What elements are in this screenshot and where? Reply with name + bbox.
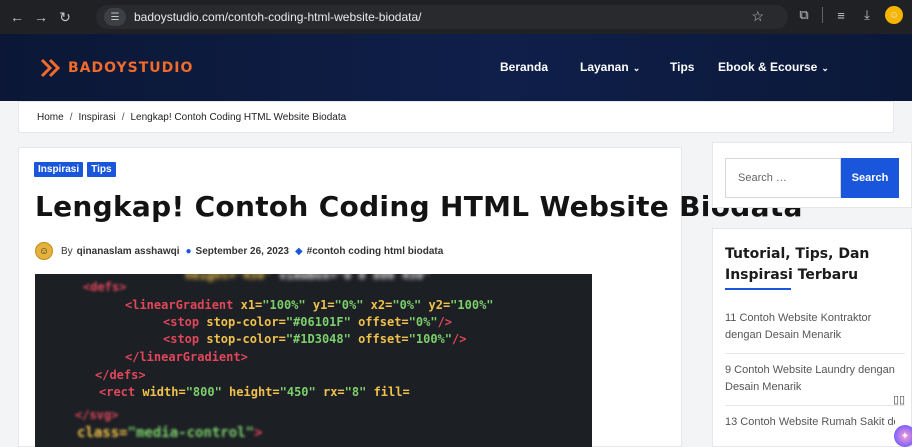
caret-down-icon: ⌄ (632, 63, 641, 73)
menu-label: Beranda (500, 60, 549, 74)
caret-down-icon: ⌄ (821, 63, 829, 73)
recent-post-link[interactable]: 13 Contoh Website Rumah Sakit dengan Des… (725, 414, 895, 431)
code-line: <linearGradient x1="100%" y1="0%" x2="0%… (125, 298, 494, 312)
featured-image: height="450" viewBox="0 0 800 450" <defs… (35, 274, 592, 447)
ai-assistant-icon[interactable]: ✦ (894, 425, 912, 447)
widget-title: Tutorial, Tips, Dan Inspirasi Terbaru (725, 246, 870, 283)
article-card: Inspirasi Tips Lengkap! Contoh Coding HT… (18, 147, 802, 447)
menu-item-ebook[interactable]: Ebook & Ecourse ⌄ (718, 60, 829, 74)
recent-post-link[interactable]: 11 Contoh Website Kontraktor dengan Desa… (725, 310, 910, 344)
author-link[interactable]: qinanaslam asshawqi (77, 246, 180, 257)
breadcrumb-category[interactable]: Inspirasi (78, 112, 115, 123)
tab-search-icon[interactable]: ≡ (833, 8, 849, 23)
breadcrumb-separator: / (121, 111, 125, 123)
book-icon[interactable]: ▯▯ (890, 390, 908, 408)
download-icon[interactable]: ⤓ (859, 7, 875, 23)
breadcrumb-current: Lengkap! Contoh Coding HTML Website Biod… (130, 111, 347, 123)
menu-item-tips[interactable]: Tips (670, 60, 694, 74)
star-icon[interactable]: ☆ (751, 8, 764, 25)
profile-icon[interactable]: ☺ (885, 6, 903, 24)
post-tag-link[interactable]: #contoh coding html biodata (307, 246, 444, 257)
extensions-icon[interactable]: ⧉ (796, 7, 812, 23)
clock-icon: ● (185, 245, 192, 257)
code-line: <defs> (83, 280, 127, 294)
article-meta: ☺ By qinanaslam asshawqi ● September 26,… (35, 242, 443, 260)
avatar[interactable]: ☺ (35, 242, 53, 260)
tag-icon: ◆ (294, 245, 303, 257)
back-icon[interactable]: ← (6, 6, 28, 28)
divider (725, 353, 905, 354)
reload-icon[interactable]: ↻ (54, 6, 76, 28)
browser-actions: ⧉ ≡ ⤓ ☺ ⋮ (796, 6, 912, 24)
site-logo[interactable]: BADOYSTUDIO (40, 58, 193, 78)
page-title: Lengkap! Contoh Coding HTML Website Biod… (35, 190, 803, 223)
code-line: </svg> (75, 408, 119, 422)
code-line: <stop stop-color="#06101F" offset="0%"/> (163, 315, 453, 329)
menu-label: Layanan (580, 60, 629, 74)
recent-post-link[interactable]: 9 Contoh Website Laundry dengan Desain M… (725, 362, 910, 396)
forward-icon[interactable]: → (30, 6, 52, 28)
post-date[interactable]: September 26, 2023 (196, 246, 289, 257)
site-info-icon[interactable]: ☰ (104, 8, 126, 26)
code-line: <stop stop-color="#1D3048" offset="100%"… (163, 332, 467, 346)
browser-toolbar: ← → ↻ ☰ badoystudio.com/contoh-coding-ht… (0, 0, 912, 34)
code-line: class="media-control"> (77, 425, 263, 441)
search-input[interactable] (725, 158, 841, 198)
category-tags: Inspirasi Tips (34, 162, 116, 177)
code-line: height="450" viewBox="0 0 800 450" (185, 274, 431, 282)
site-header: BADOYSTUDIO Beranda Layanan ⌄ Tips Ebook … (0, 34, 912, 101)
code-line: </defs> (95, 368, 146, 382)
menu-item-layanan[interactable]: Layanan ⌄ (580, 60, 640, 74)
breadcrumb-home[interactable]: Home (37, 112, 64, 123)
toolbar-divider (822, 7, 823, 23)
code-line: <rect width="800" height="450" rx="8" fi… (99, 385, 410, 399)
menu-item-beranda[interactable]: Beranda (500, 60, 548, 74)
logo-text: BADOYSTUDIO (68, 60, 194, 76)
menu-label: Tips (670, 60, 695, 74)
browser-nav: ← → ↻ (0, 6, 76, 28)
meta-by: By (61, 245, 73, 257)
tag-inspirasi[interactable]: Inspirasi (34, 162, 84, 177)
code-line: </linearGradient> (125, 350, 248, 364)
menu-label: Ebook & Ecourse (718, 60, 818, 74)
logo-chevron-icon (40, 58, 61, 78)
divider (725, 405, 905, 406)
search-button[interactable]: Search (841, 158, 899, 198)
breadcrumb-separator: / (69, 111, 73, 123)
recent-posts-widget: Tutorial, Tips, Dan Inspirasi Terbaru 11… (712, 228, 912, 447)
breadcrumb: Home / Inspirasi / Lengkap! Contoh Codin… (18, 101, 894, 133)
url-text[interactable]: badoystudio.com/contoh-coding-html-websi… (134, 10, 422, 24)
title-underline (725, 288, 791, 290)
tag-tips[interactable]: Tips (87, 162, 116, 177)
address-bar[interactable]: ☰ badoystudio.com/contoh-coding-html-web… (96, 5, 788, 29)
search-widget: Search (712, 142, 912, 208)
